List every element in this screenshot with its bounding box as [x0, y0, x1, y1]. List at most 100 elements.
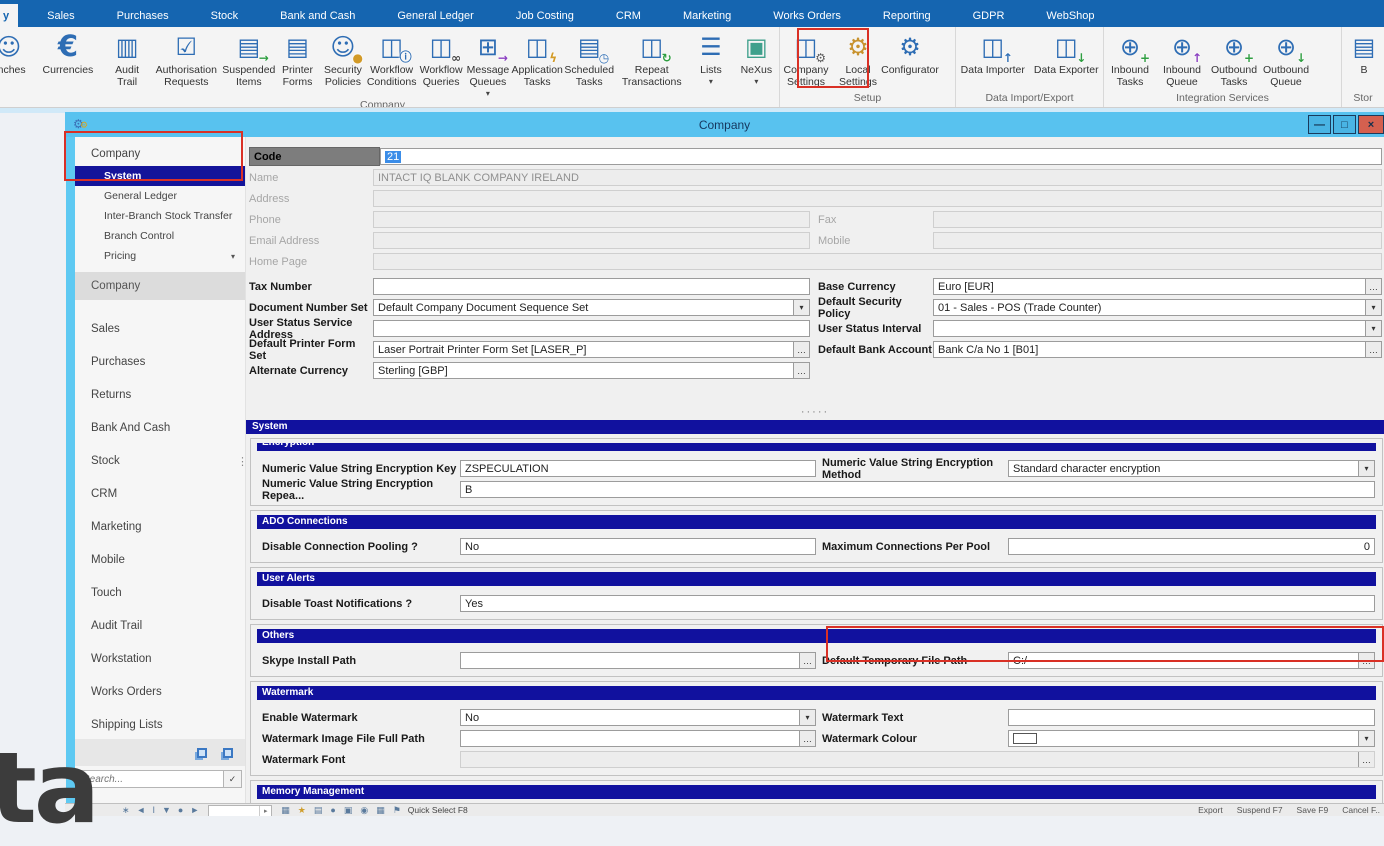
- max-connections-field[interactable]: 0: [1008, 538, 1375, 555]
- sidebar-item[interactable]: Branch Control: [75, 226, 245, 246]
- go-icon[interactable]: ►: [190, 805, 199, 815]
- default-printer-form-set-field[interactable]: Laser Portrait Printer Form Set [LASER_P…: [373, 341, 810, 358]
- dialog-titlebar[interactable]: Company — □ ×: [65, 112, 1384, 137]
- ribbon-button[interactable]: Workflow Queries: [418, 27, 465, 89]
- ribbon-button[interactable]: Workflow Conditions: [366, 27, 418, 89]
- ellipsis-button[interactable]: …: [799, 653, 815, 668]
- dropdown-button[interactable]: ▾: [1358, 731, 1374, 746]
- ribbon-button[interactable]: Inbound Tasks: [1104, 27, 1156, 89]
- printer-icon[interactable]: ▣: [344, 805, 353, 815]
- ribbon-tab[interactable]: y: [0, 4, 18, 27]
- ellipsis-button[interactable]: …: [793, 342, 809, 357]
- ribbon-button[interactable]: Data Exporter: [1030, 27, 1104, 77]
- ribbon-button[interactable]: Scheduled Tasks: [563, 27, 615, 89]
- temp-path-field[interactable]: C:/ …: [1008, 652, 1375, 669]
- enable-watermark-field[interactable]: No ▾: [460, 709, 816, 726]
- quick-select-label[interactable]: Quick Select F8: [408, 805, 468, 816]
- document-number-set-field[interactable]: Default Company Document Sequence Set ▾: [373, 299, 810, 316]
- ribbon-button[interactable]: Message Queues ▾: [465, 27, 512, 98]
- ribbon-tab[interactable]: GDPR: [952, 4, 1026, 27]
- flag-icon[interactable]: ⚑: [393, 805, 401, 815]
- default-security-policy-field[interactable]: 01 - Sales - POS (Trade Counter) ▾: [933, 299, 1382, 316]
- ribbon-button[interactable]: Currencies: [31, 27, 104, 77]
- skype-path-field[interactable]: …: [460, 652, 816, 669]
- base-currency-field[interactable]: Euro [EUR] …: [933, 278, 1382, 295]
- sidebar-item[interactable]: Company: [75, 272, 245, 300]
- code-field[interactable]: 21: [380, 148, 1382, 165]
- grid-icon[interactable]: ▦: [281, 805, 290, 815]
- watermark-image-path-field[interactable]: …: [460, 730, 816, 747]
- back-icon[interactable]: ◄: [137, 805, 146, 815]
- favourite-icon[interactable]: ★: [298, 805, 306, 815]
- ribbon-button[interactable]: Data Importer: [956, 27, 1030, 77]
- lock-icon[interactable]: ●: [330, 805, 335, 815]
- sidebar-item[interactable]: Company: [75, 142, 245, 166]
- sidebar-item[interactable]: Workstation: [75, 642, 245, 675]
- ribbon-button[interactable]: B: [1342, 27, 1384, 77]
- ribbon-button[interactable]: Outbound Tasks: [1208, 27, 1260, 89]
- maximize-button[interactable]: □: [1333, 115, 1356, 134]
- ribbon-tab[interactable]: Sales: [26, 4, 96, 27]
- sidebar-item[interactable]: Returns: [75, 378, 245, 411]
- sidebar-item[interactable]: Bank And Cash: [75, 411, 245, 444]
- text-cursor-icon[interactable]: Ι: [152, 805, 155, 815]
- ribbon-tab[interactable]: Job Costing: [495, 4, 595, 27]
- table-icon[interactable]: ▦: [376, 805, 385, 815]
- new-icon[interactable]: ∗: [122, 805, 130, 815]
- record-pager-input[interactable]: ▸: [208, 805, 272, 816]
- status-action[interactable]: Cancel F..: [1342, 805, 1380, 816]
- ribbon-tab[interactable]: Marketing: [662, 4, 752, 27]
- sidebar-item[interactable]: Purchases: [75, 345, 245, 378]
- ellipsis-button[interactable]: …: [1365, 279, 1381, 294]
- sidebar-item[interactable]: Sales: [75, 312, 245, 345]
- splitter-dots[interactable]: ·····: [246, 407, 1384, 420]
- ribbon-button[interactable]: Security Policies: [320, 27, 365, 89]
- cascade-windows-icon[interactable]: [197, 748, 207, 758]
- ribbon-button[interactable]: Repeat Transactions: [615, 27, 688, 89]
- sidebar-item[interactable]: Stock: [75, 444, 245, 477]
- disable-toast-field[interactable]: Yes: [460, 595, 1375, 612]
- ribbon-tab[interactable]: Purchases: [96, 4, 190, 27]
- status-action[interactable]: Suspend F7: [1237, 805, 1283, 816]
- encryption-key-field[interactable]: ZSPECULATION: [460, 460, 816, 477]
- search-confirm-button[interactable]: ✓: [224, 770, 242, 788]
- tax-number-field[interactable]: [373, 278, 810, 295]
- pager-next-icon[interactable]: ▸: [259, 806, 271, 816]
- sidebar-item[interactable]: Touch: [75, 576, 245, 609]
- ribbon-button[interactable]: Company Settings: [780, 27, 832, 89]
- status-action[interactable]: Export: [1198, 805, 1223, 816]
- ribbon-button[interactable]: Printer Forms: [275, 27, 320, 89]
- sidebar-item[interactable]: Works Orders: [75, 675, 245, 708]
- watermark-colour-field[interactable]: ▾: [1008, 730, 1375, 747]
- dropdown-button[interactable]: ▾: [1358, 461, 1374, 476]
- sidebar-item[interactable]: Inter-Branch Stock Transfer: [75, 206, 245, 226]
- default-bank-account-field[interactable]: Bank C/a No 1 [B01] …: [933, 341, 1382, 358]
- globe-icon[interactable]: ◉: [360, 805, 368, 815]
- ribbon-button[interactable]: Suspended Items: [223, 27, 275, 89]
- ribbon-tab[interactable]: Reporting: [862, 4, 952, 27]
- cascade-windows-icon[interactable]: [223, 748, 233, 758]
- ellipsis-button[interactable]: …: [1358, 752, 1374, 767]
- sidebar-item[interactable]: System: [75, 166, 245, 186]
- dropdown-button[interactable]: ▾: [1365, 321, 1381, 336]
- ribbon-button[interactable]: NeXus ▾: [734, 27, 779, 86]
- ribbon-button[interactable]: Lists ▾: [688, 27, 733, 86]
- ribbon-button[interactable]: Application Tasks: [511, 27, 563, 89]
- sidebar-item[interactable]: Mobile: [75, 543, 245, 576]
- ribbon-tab[interactable]: Works Orders: [752, 4, 862, 27]
- close-button[interactable]: ×: [1358, 115, 1384, 134]
- minimize-button[interactable]: —: [1308, 115, 1331, 134]
- ellipsis-button[interactable]: …: [1358, 653, 1374, 668]
- sidebar-item[interactable]: CRM: [75, 477, 245, 510]
- ellipsis-button[interactable]: …: [1365, 342, 1381, 357]
- ribbon-tab[interactable]: Bank and Cash: [259, 4, 376, 27]
- ribbon-button[interactable]: Inbound Queue: [1156, 27, 1208, 89]
- sidebar-item[interactable]: Pricing ▾: [75, 246, 245, 266]
- disable-pooling-field[interactable]: No: [460, 538, 816, 555]
- sidebar-item[interactable]: General Ledger: [75, 186, 245, 206]
- status-action[interactable]: Save F9: [1297, 805, 1329, 816]
- watermark-text-field[interactable]: [1008, 709, 1375, 726]
- ellipsis-button[interactable]: …: [799, 731, 815, 746]
- ribbon-button[interactable]: Audit Trail: [104, 27, 149, 89]
- ribbon-tab[interactable]: General Ledger: [376, 4, 494, 27]
